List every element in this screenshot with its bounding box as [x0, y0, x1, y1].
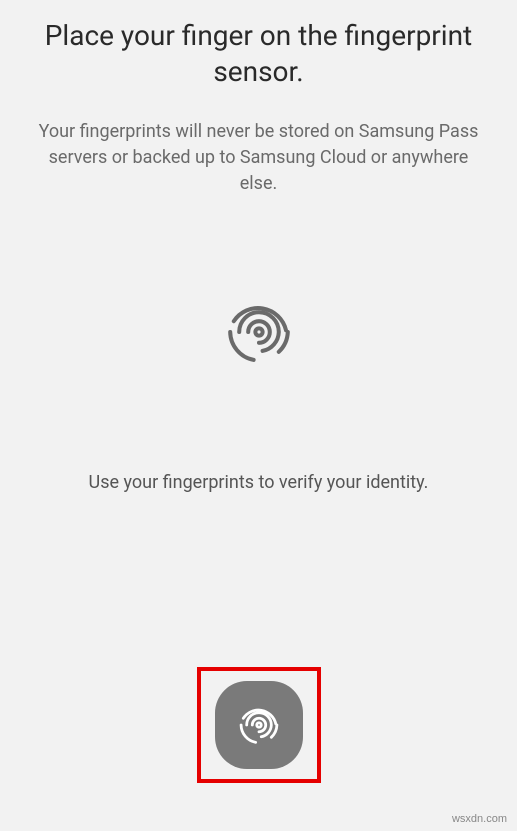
sensor-highlight-box — [197, 667, 321, 783]
watermark-text: wsxdn.com — [452, 813, 507, 825]
fingerprint-sensor-icon — [231, 697, 287, 753]
page-title: Place your finger on the fingerprint sen… — [0, 18, 517, 91]
privacy-subtitle: Your fingerprints will never be stored o… — [0, 119, 517, 197]
fingerprint-illustration — [214, 287, 304, 377]
fingerprint-sensor-button[interactable] — [215, 681, 303, 769]
verify-instruction: Use your fingerprints to verify your ide… — [59, 472, 459, 493]
fingerprint-icon — [214, 287, 304, 377]
